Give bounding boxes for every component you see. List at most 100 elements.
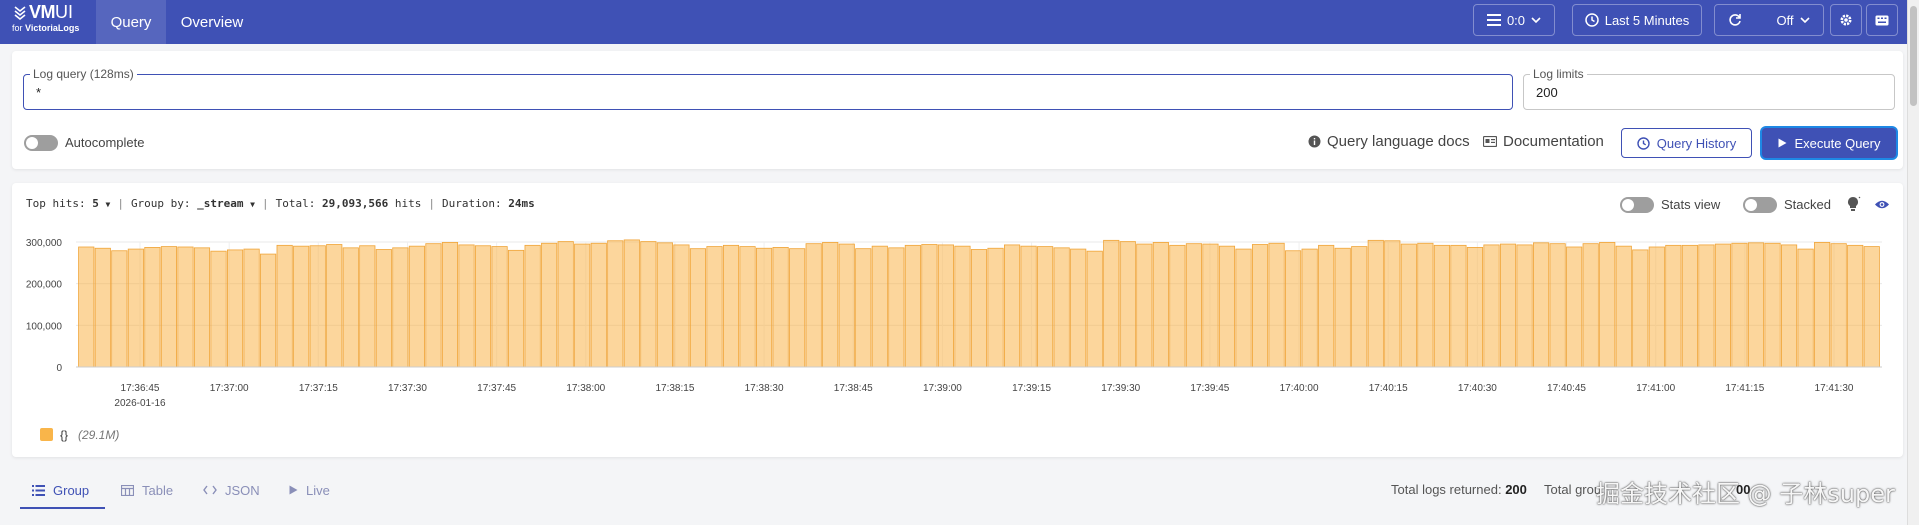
chart-bar[interactable] <box>574 243 591 368</box>
chart-bar[interactable] <box>1152 242 1169 368</box>
chart-bar[interactable] <box>706 246 723 368</box>
chart-bar[interactable] <box>1731 242 1748 368</box>
chart-bar[interactable] <box>359 245 376 368</box>
tab-table[interactable]: Table <box>121 476 173 504</box>
chart-bar[interactable] <box>441 242 459 368</box>
query-language-docs-link[interactable]: Query language docs <box>1308 133 1470 150</box>
chart-bar[interactable] <box>177 246 194 368</box>
chart-bar[interactable] <box>260 253 277 368</box>
keyboard-shortcuts-button[interactable] <box>1866 4 1898 36</box>
page-scrollbar[interactable] <box>1907 0 1919 525</box>
chart-bar[interactable] <box>1582 243 1599 368</box>
chart-bar[interactable] <box>408 245 425 368</box>
lightbulb-icon[interactable] <box>1846 196 1862 212</box>
chart-bar[interactable] <box>524 244 541 368</box>
chart-bar[interactable] <box>111 250 128 368</box>
chart-bar[interactable] <box>1020 245 1037 368</box>
chart-bar[interactable] <box>1632 249 1649 368</box>
chart-bar[interactable] <box>1185 243 1202 368</box>
chart-bar[interactable] <box>623 239 640 368</box>
chart-bar[interactable] <box>1450 244 1467 368</box>
chart-bar[interactable] <box>822 242 839 368</box>
chart-bar[interactable] <box>508 249 525 368</box>
chart-bar[interactable] <box>805 243 822 368</box>
chart-bar[interactable] <box>1400 243 1417 368</box>
chart-bar[interactable] <box>607 240 624 368</box>
scroll-thumb[interactable] <box>1910 6 1917 106</box>
chart-bar[interactable] <box>309 245 326 368</box>
chart-bar[interactable] <box>772 247 789 368</box>
chart-bar[interactable] <box>1549 243 1566 368</box>
refresh-selector[interactable]: Off <box>1714 4 1824 36</box>
settings-button[interactable] <box>1830 4 1862 36</box>
group-by-selector[interactable]: Group by: _stream ▼ <box>131 197 255 210</box>
log-limits-input[interactable]: Log limits 200 <box>1523 67 1895 110</box>
chart-bar[interactable] <box>491 246 508 368</box>
chart-bar[interactable] <box>739 246 756 368</box>
chart-bar[interactable] <box>1301 248 1318 368</box>
chart-bar[interactable] <box>1747 242 1765 368</box>
chart-bar[interactable] <box>1334 247 1351 368</box>
chart-bar[interactable] <box>458 244 475 368</box>
chart-bar[interactable] <box>1599 242 1616 368</box>
autocomplete-toggle[interactable] <box>24 135 58 151</box>
chart-bar[interactable] <box>1499 243 1517 368</box>
hits-bar-chart[interactable]: 0 100,000 200,000 300,000 17:36:45 17:37:00 17… <box>12 225 1903 415</box>
chart-bar[interactable] <box>838 243 855 368</box>
log-query-input[interactable]: Log query (128ms) * <box>23 67 1513 110</box>
chart-bar[interactable] <box>656 242 673 368</box>
eye-icon[interactable] <box>1874 199 1890 210</box>
chart-bar[interactable] <box>1681 244 1698 368</box>
query-history-button[interactable]: Query History <box>1621 128 1752 158</box>
chart-bar[interactable] <box>921 244 938 368</box>
chart-bar[interactable] <box>78 246 95 368</box>
chart-bar[interactable] <box>855 248 872 368</box>
chart-bar[interactable] <box>1367 239 1384 368</box>
chart-bar[interactable] <box>640 241 657 368</box>
documentation-link[interactable]: Documentation <box>1483 133 1604 150</box>
nav-tab-query[interactable]: Query <box>96 0 166 44</box>
chart-bar[interactable] <box>193 247 211 368</box>
chart-bar[interactable] <box>243 248 260 368</box>
chart-bar[interactable] <box>1351 246 1368 368</box>
chart-bar[interactable] <box>1202 243 1219 368</box>
chart-bar[interactable] <box>392 247 409 368</box>
chart-bar[interactable] <box>276 244 293 368</box>
tab-group[interactable]: Group <box>32 476 89 504</box>
chart-bar[interactable] <box>888 247 905 368</box>
chart-bar[interactable] <box>1235 248 1252 368</box>
chart-bar[interactable] <box>1103 239 1120 368</box>
chart-bar[interactable] <box>722 244 740 368</box>
chart-bar[interactable] <box>1218 245 1236 368</box>
chart-bar[interactable] <box>474 245 492 368</box>
chart-bar[interactable] <box>1086 250 1103 368</box>
chart-bar[interactable] <box>342 247 359 368</box>
chart-bar[interactable] <box>1070 248 1087 368</box>
chart-bar[interactable] <box>1119 241 1136 368</box>
chart-bar[interactable] <box>127 248 144 368</box>
chart-bar[interactable] <box>1136 243 1153 368</box>
tenant-selector[interactable]: 0:0 <box>1473 4 1555 36</box>
chart-bar[interactable] <box>94 247 111 368</box>
chart-bar[interactable] <box>160 246 177 368</box>
chart-bar[interactable] <box>1797 248 1814 368</box>
chart-bar[interactable] <box>1516 244 1533 368</box>
chart-bar[interactable] <box>1037 246 1054 368</box>
chart-bar[interactable] <box>557 241 574 368</box>
chart-bar[interactable] <box>1433 244 1450 368</box>
chart-bar[interactable] <box>756 247 773 368</box>
chart-bar[interactable] <box>789 248 806 368</box>
chart-bar[interactable] <box>1665 244 1682 368</box>
tab-live[interactable]: Live <box>289 476 330 504</box>
chart-bar[interactable] <box>1169 244 1186 368</box>
chart-bar[interactable] <box>1698 244 1715 368</box>
chart-bar[interactable] <box>1781 244 1798 368</box>
execute-query-button[interactable]: Execute Query <box>1762 128 1896 158</box>
nav-tab-overview[interactable]: Overview <box>170 0 254 44</box>
chart-bar[interactable] <box>210 250 227 368</box>
chart-bar[interactable] <box>590 242 607 368</box>
chart-bar[interactable] <box>1847 244 1864 368</box>
chart-bar[interactable] <box>871 245 888 368</box>
chart-bar[interactable] <box>1318 244 1335 368</box>
chart-bar[interactable] <box>425 243 442 368</box>
